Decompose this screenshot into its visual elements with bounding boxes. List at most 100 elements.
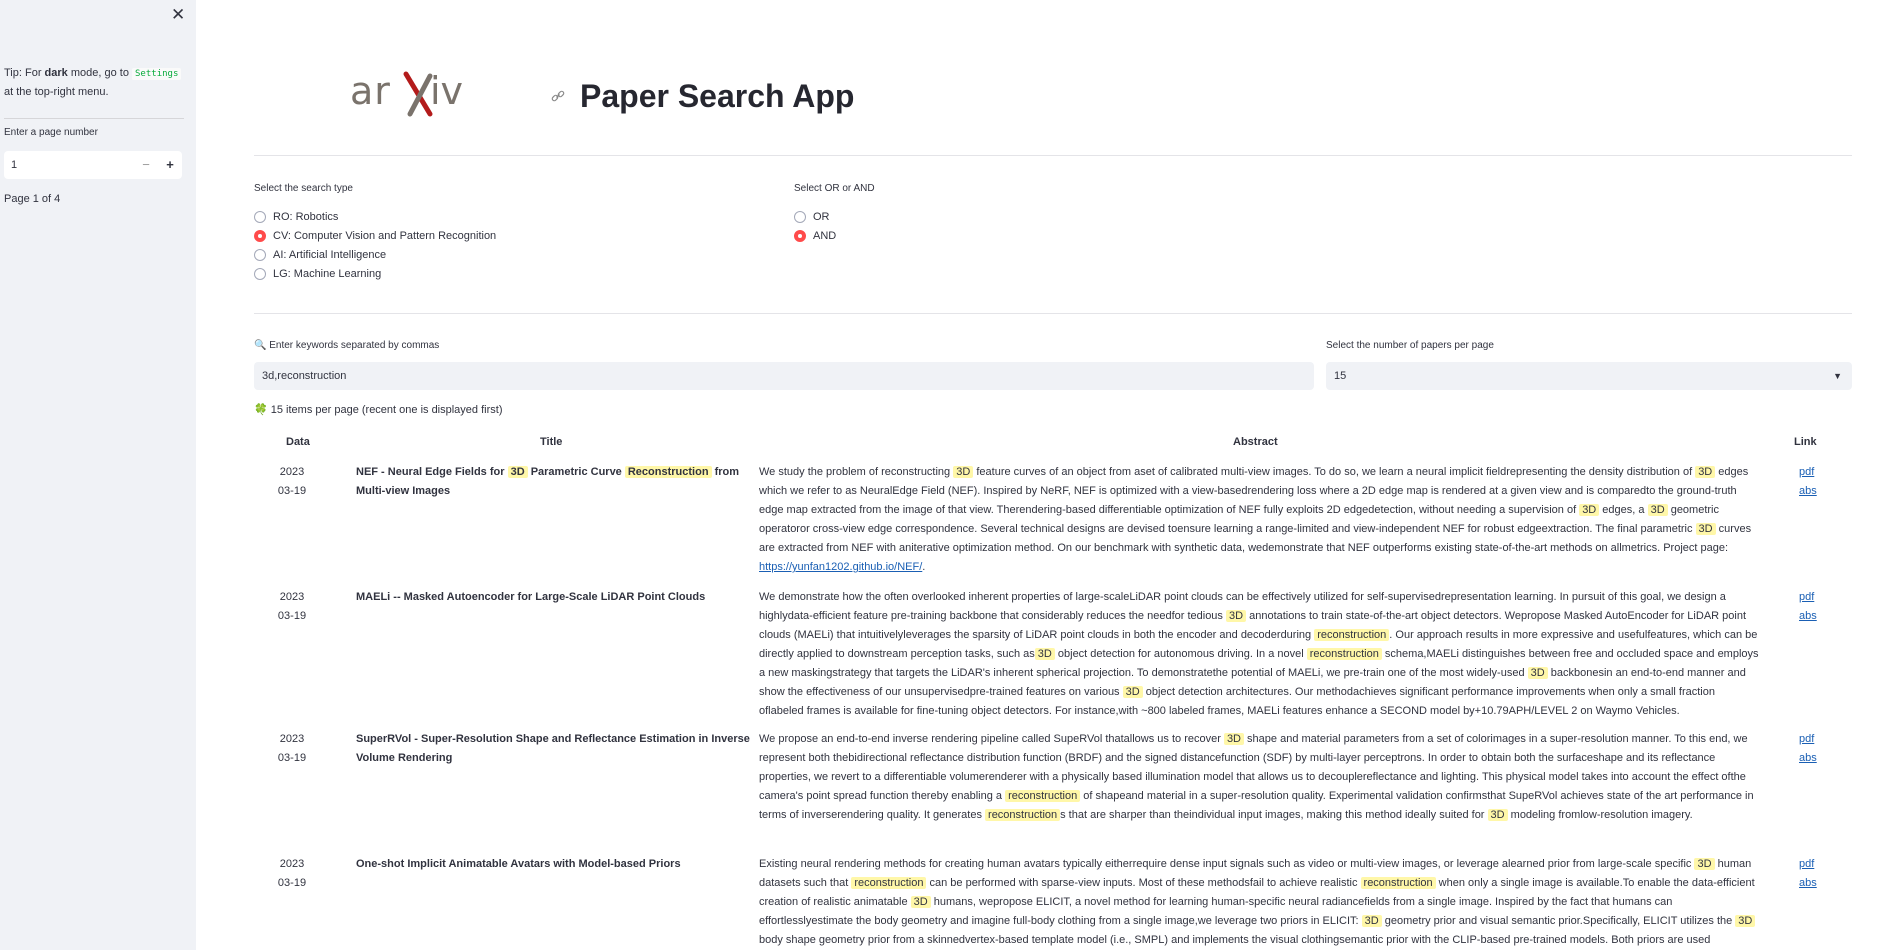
link-cell: pdf abs [1799,855,1829,893]
paper-title: SuperRVol - Super-Resolution Shape and R… [356,730,756,768]
link-cell: pdf abs [1799,463,1829,501]
text-segment: object detection for autonomous driving.… [1054,648,1307,660]
radio-circle[interactable] [254,210,266,223]
page-number-value[interactable]: 1 [4,159,134,171]
text-segment: geometry prior and visual semantic prior… [1381,915,1736,927]
per-page-select[interactable]: 15 ▼ [1326,362,1852,390]
search-type-radio-group: Select the search type RO: Robotics CV: … [254,183,496,283]
pdf-link[interactable]: pdf [1799,463,1829,482]
text-segment: One-shot Implicit Animatable Avatars wit… [356,858,681,870]
text-segment: body shape geometry prior from a skinned… [759,934,1711,946]
abs-link[interactable]: abs [1799,607,1829,626]
arxiv-logo: ar iv [348,68,474,120]
keyword-highlight: 3D [1225,610,1247,622]
tip-prefix: Tip: For [4,67,45,79]
header-title: Title [540,436,563,448]
keyword-highlight: 3D [1487,809,1508,821]
text-segment: MAELi -- Masked Autoencoder for Large-Sc… [356,591,706,603]
keyword-highlight: 3D [1527,667,1548,679]
arxiv-logo-graphic: ar iv [350,69,463,117]
close-sidebar-icon[interactable]: ✕ [171,5,185,25]
keyword-highlight: reconstruction [1314,629,1390,641]
abs-link[interactable]: abs [1799,749,1829,768]
abs-link[interactable]: abs [1799,874,1829,893]
keywords-input[interactable]: 3d,reconstruction [254,362,1314,390]
keyword-highlight: reconstruction [1360,877,1436,889]
radio-circle-selected[interactable] [794,229,806,242]
svg-text:ar: ar [350,69,391,113]
radio-robotics[interactable]: RO: Robotics [254,207,496,226]
keyword-highlight: 3D [1579,504,1600,516]
keyword-highlight: 3D [1122,686,1143,698]
anchor-link-icon[interactable] [551,89,565,103]
radio-circle[interactable] [794,210,806,223]
radio-artificial-intelligence[interactable]: AI: Artificial Intelligence [254,245,496,264]
radio-and[interactable]: AND [794,226,875,245]
items-info: 🍀 15 items per page (recent one is displ… [254,404,503,416]
pdf-link[interactable]: pdf [1799,588,1829,607]
text-segment: feature curves of an object from aset of… [973,466,1696,478]
date-month-day: 03-19 [277,485,307,497]
radio-label: OR [813,210,830,223]
date-year: 2023 [279,591,305,603]
logic-label: Select OR or AND [794,183,875,194]
radio-or[interactable]: OR [794,207,875,226]
project-page-link[interactable]: https://yunfan1202.github.io/NEF/ [759,561,922,573]
text-segment: can be performed with sparse-view inputs… [926,877,1361,889]
radio-circle[interactable] [254,267,266,280]
text-segment: . [922,561,926,573]
text-segment: edges, a [1599,504,1648,516]
keyword-highlight: reconstruction [1306,648,1382,660]
per-page-value: 15 [1334,370,1347,382]
text-segment: Parametric Curve [527,466,625,478]
paper-abstract: We demonstrate how the often overlooked … [759,588,1759,721]
search-type-label: Select the search type [254,183,353,194]
radio-label: AND [813,229,837,242]
pdf-link[interactable]: pdf [1799,855,1829,874]
keyword-highlight: 3D [1694,858,1715,870]
date-cell: 2023 03-19 [268,588,316,626]
radio-circle[interactable] [254,248,266,261]
text-segment: s that are sharper than theindividual in… [1060,809,1488,821]
date-month-day: 03-19 [277,877,307,889]
keyword-highlight: 3D [1735,915,1756,927]
tip-mid: mode, go to [67,67,133,79]
keyword-highlight: 3D [1695,523,1716,535]
keyword-highlight: 3D [507,466,528,478]
page-number-label: Enter a page number [4,127,98,138]
link-cell: pdf abs [1799,588,1829,626]
text-segment: modeling fromlow-resolution imagery. [1507,809,1693,821]
per-page-label: Select the number of papers per page [1326,340,1494,351]
increment-button[interactable]: + [158,151,182,179]
divider [254,155,1852,156]
radio-circle-selected[interactable] [254,229,266,242]
keyword-highlight: Reconstruction [624,466,712,478]
radio-machine-learning[interactable]: LG: Machine Learning [254,264,496,283]
keyword-highlight: 3D [1361,915,1382,927]
keyword-highlight: reconstruction [985,809,1061,821]
tip-bold: dark [44,67,68,79]
chevron-down-icon[interactable]: ▼ [1833,362,1842,390]
date-month-day: 03-19 [277,752,307,764]
text-segment: NEF - Neural Edge Fields for [356,466,508,478]
header-link: Link [1794,436,1817,448]
page-number-input[interactable]: 1 − + [4,151,182,179]
radio-computer-vision[interactable]: CV: Computer Vision and Pattern Recognit… [254,226,496,245]
date-year: 2023 [279,466,305,478]
date-cell: 2023 03-19 [268,463,316,501]
page-title: Paper Search App [580,78,855,114]
decrement-button[interactable]: − [134,151,158,179]
tip-code: Settings [132,68,182,80]
radio-label: CV: Computer Vision and Pattern Recognit… [273,229,497,242]
divider [254,313,1852,314]
sidebar-divider [4,118,184,119]
logic-radio-group: Select OR or AND OR AND [794,183,875,245]
tip-suffix: at the top-right menu. [4,86,109,98]
pdf-link[interactable]: pdf [1799,730,1829,749]
keyword-highlight: 3D [1695,466,1716,478]
sidebar: ✕ Tip: For dark mode, go to Settings at … [0,0,196,950]
keyword-highlight: 3D [953,466,974,478]
text-segment: We study the problem of reconstructing [759,466,954,478]
date-cell: 2023 03-19 [268,855,316,893]
abs-link[interactable]: abs [1799,482,1829,501]
